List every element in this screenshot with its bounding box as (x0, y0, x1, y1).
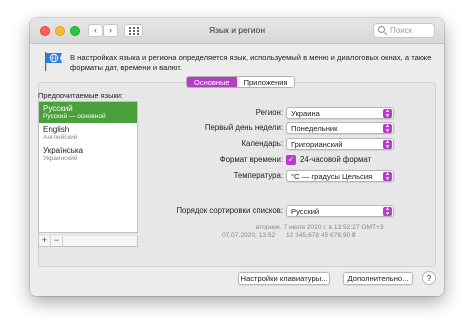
first-day-row: Первый день недели: Понедельник ▲ ▼ (0, 122, 474, 134)
temperature-row: Температура: °C — градусы Цельсия ▲ ▼ (0, 170, 474, 182)
help-button[interactable]: ? (422, 271, 436, 285)
first-day-value: Понедельник (291, 124, 338, 133)
first-day-label: Первый день недели: (204, 123, 283, 132)
updown-chevron-icon: ▲ ▼ (383, 207, 392, 216)
updown-chevron-icon: ▲ ▼ (383, 172, 392, 181)
keyboard-settings-button[interactable]: Настройки клавиатуры... (238, 272, 330, 285)
region-label: Регион: (255, 108, 283, 117)
temperature-label: Температура: (233, 171, 283, 180)
tab-apps[interactable]: Приложения (236, 77, 295, 87)
sort-order-row: Порядок сортировки списков: Русский ▲ ▼ (0, 205, 474, 217)
search-placeholder: Поиск (390, 26, 413, 35)
tab-bar: Основные Приложения (186, 76, 296, 88)
advanced-button[interactable]: Дополнительно... (343, 272, 413, 285)
remove-language-button[interactable]: − (51, 236, 63, 246)
calendar-popup[interactable]: Григорианский ▲ ▼ (286, 138, 394, 150)
time-format-checkbox[interactable]: ✓ (286, 155, 296, 165)
time-format-row: Формат времени: ✓ 24-часовой формат (0, 154, 474, 166)
tab-general[interactable]: Основные (187, 77, 237, 87)
calendar-label: Календарь: (241, 139, 283, 148)
sort-order-value: Русский (291, 207, 320, 216)
titlebar: ‹ › Язык и регион Поиск (30, 18, 444, 44)
time-format-label: Формат времени: (219, 155, 283, 164)
preferred-languages-label: Предпочитаемые языки: (38, 91, 124, 100)
calendar-value: Григорианский (291, 140, 343, 149)
checkmark-icon: ✓ (287, 155, 295, 164)
add-language-button[interactable]: + (39, 236, 51, 246)
temperature-popup[interactable]: °C — градусы Цельсия ▲ ▼ (286, 170, 394, 182)
search-icon (378, 26, 385, 33)
time-format-checkbox-label[interactable]: 24-часовой формат (300, 154, 371, 166)
region-row: Регион: Украина ▲ ▼ (0, 107, 474, 119)
temperature-value: °C — градусы Цельсия (291, 172, 373, 181)
region-popup[interactable]: Украина ▲ ▼ (286, 107, 394, 119)
sort-order-label: Порядок сортировки списков: (176, 206, 283, 215)
first-day-popup[interactable]: Понедельник ▲ ▼ (286, 122, 394, 134)
date-sample-long: вторник, 7 июля 2020 г. в 13:52:27 GMT+3 (256, 224, 384, 231)
updown-chevron-icon: ▲ ▼ (383, 109, 392, 118)
language-region-icon (45, 52, 62, 71)
search-field[interactable]: Поиск (373, 23, 435, 38)
updown-chevron-icon: ▲ ▼ (383, 140, 392, 149)
description-text: В настройках языка и региона определяетс… (70, 53, 432, 72)
number-sample: 12 345,678 45 678,90 ₴ (286, 232, 356, 239)
language-list-toolbar: + − (38, 236, 138, 247)
date-sample-short: 07.07.2020, 13:52 (222, 232, 276, 239)
sort-order-popup[interactable]: Русский ▲ ▼ (286, 205, 394, 217)
updown-chevron-icon: ▲ ▼ (383, 124, 392, 133)
calendar-row: Календарь: Григорианский ▲ ▼ (0, 138, 474, 150)
region-value: Украина (291, 109, 320, 118)
